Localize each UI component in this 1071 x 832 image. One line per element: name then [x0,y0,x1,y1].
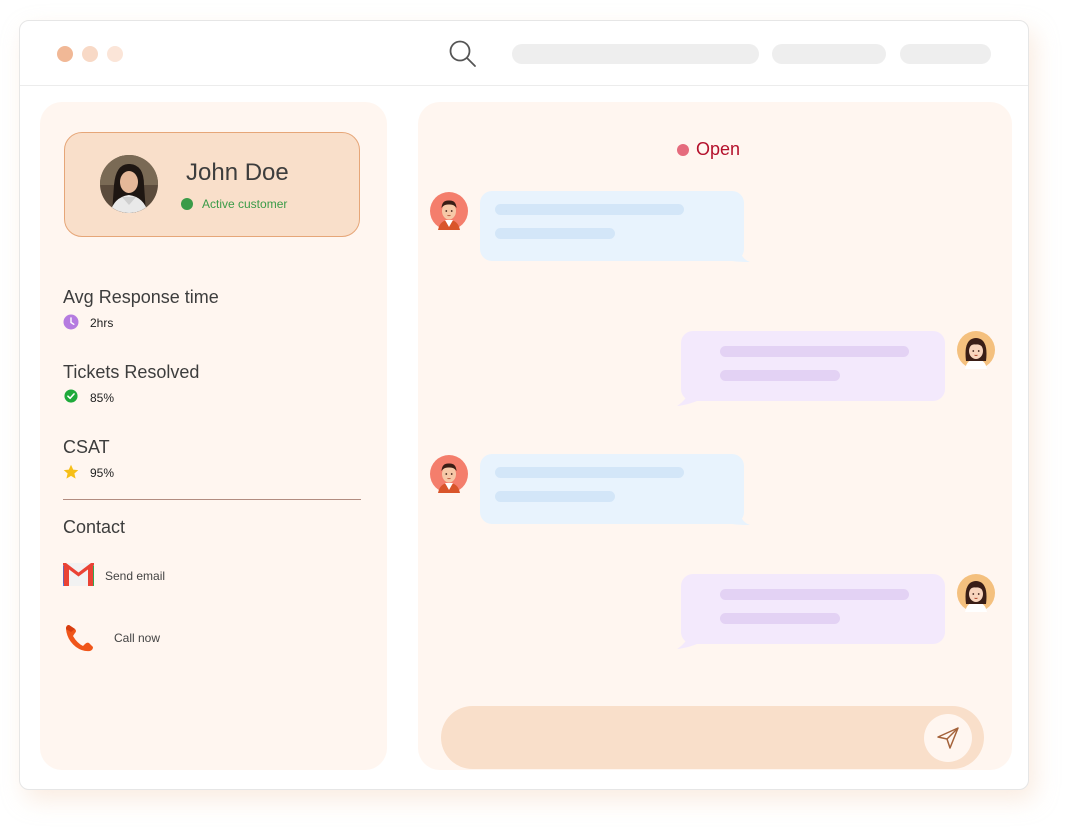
customer-name: John Doe [186,159,289,186]
message-input[interactable] [441,706,984,769]
clock-icon [63,314,79,330]
status-label: Open [696,139,741,159]
customer-avatar-icon [957,574,995,612]
message-line-placeholder [720,370,840,381]
send-button[interactable] [924,714,972,762]
outgoing-message-bubble [677,331,945,406]
call-now-label: Call now [114,631,161,645]
contact-heading: Contact [63,517,126,537]
send-icon [937,727,959,749]
message-line-placeholder [495,204,684,215]
window-minimize-dot[interactable] [82,46,98,62]
incoming-message-bubble [480,191,750,262]
customer-sidebar: John Doe Active customer Avg Response ti… [40,102,387,770]
agent-avatar-icon [430,455,468,493]
nav-placeholder-2[interactable] [772,44,886,64]
customer-status: Active customer [202,197,288,211]
stat-label-avg-response: Avg Response time [63,287,219,307]
window-maximize-dot[interactable] [107,46,123,62]
send-email-link[interactable]: Send email [63,563,223,589]
chat-panel: Open [418,102,1012,770]
window-close-dot[interactable] [57,46,73,62]
customer-avatar-icon [957,331,995,369]
message-line-placeholder [495,228,615,239]
stat-value-tickets-resolved: 85% [90,391,115,405]
title-bar [20,21,1028,86]
message-line-placeholder [720,589,909,600]
search-icon[interactable] [448,39,478,69]
stat-value-csat: 95% [90,466,115,480]
message-line-placeholder [720,346,909,357]
message-line-placeholder [495,491,615,502]
section-divider [63,499,361,500]
active-status-dot [181,198,193,210]
message-line-placeholder [720,613,840,624]
message-line-placeholder [495,467,684,478]
send-email-label: Send email [105,569,166,583]
profile-card: John Doe Active customer [64,132,360,237]
stat-label-csat: CSAT [63,437,110,457]
phone-icon [66,625,93,652]
stat-value-avg-response: 2hrs [90,316,114,330]
incoming-message-bubble [480,454,750,525]
check-circle-icon [64,389,78,403]
call-now-link[interactable]: Call now [63,622,223,654]
star-icon [63,464,79,479]
stat-label-tickets-resolved: Tickets Resolved [63,362,200,382]
nav-placeholder-3[interactable] [900,44,991,64]
outgoing-message-bubble [677,574,945,649]
nav-placeholder-1[interactable] [512,44,759,64]
gmail-icon [63,563,94,586]
app-window: John Doe Active customer Avg Response ti… [19,20,1029,790]
status-dot [677,144,689,156]
customer-avatar [100,155,158,213]
agent-avatar-icon [430,192,468,230]
